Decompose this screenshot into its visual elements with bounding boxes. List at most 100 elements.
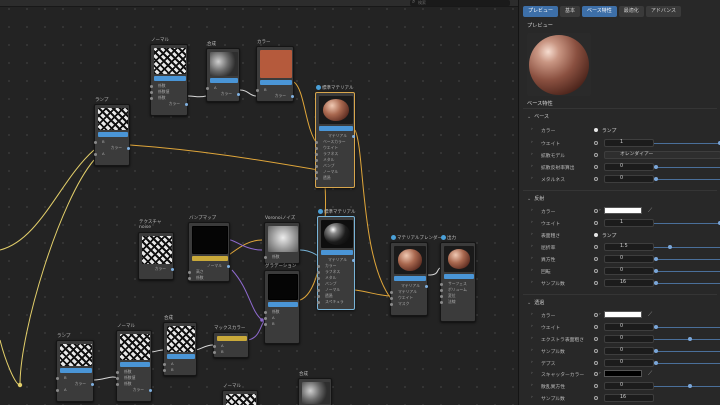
depth-slider[interactable] [654,360,720,365]
weight-slider[interactable] [654,140,720,145]
radio-dot[interactable] [594,165,598,169]
node-output[interactable]: 出力 サーフェス ボリューム 変位 法線 [440,235,476,322]
radio-dot[interactable] [594,269,598,273]
anisotropy-slider[interactable] [654,256,720,261]
radio-dot[interactable] [594,372,598,376]
diffuse-model-dropdown[interactable]: オレンダイアー [604,151,720,159]
node-port[interactable]: 係数 [264,254,296,260]
metalness-field[interactable]: 0 [604,175,654,183]
radio-dot[interactable] [594,177,598,181]
node-port[interactable]: スペキュラ [317,299,351,305]
eyedropper-icon[interactable]: ⟋ [648,311,652,319]
radio-dot[interactable] [594,281,598,285]
node-material-blender[interactable]: マテリアルブレンダー マテリアル マテリアル ウエイト マスク [390,235,442,316]
radio-dot[interactable] [594,233,598,237]
node-port[interactable]: マスク [390,301,424,307]
transmission-color-swatch[interactable] [604,311,642,318]
chevron-right-icon[interactable]: › [531,280,533,285]
eyedropper-icon[interactable]: ⟋ [648,370,652,378]
radio-dot[interactable] [594,209,598,213]
node-material-1[interactable]: 標準マテリアル マテリアル ベースカラー ウエイト ラフネス メタル バンプ ノ… [315,85,355,188]
chevron-right-icon[interactable]: › [531,140,533,145]
radio-dot[interactable] [594,245,598,249]
section-base-header[interactable]: ⌄ ベース [527,113,549,120]
prop-mode[interactable]: ランプ [602,232,616,239]
node-port[interactable]: A [94,151,126,157]
node-ramp-2[interactable]: ランプ B カラー A [56,334,94,402]
transmission-weight-slider[interactable] [654,324,720,329]
ior-slider[interactable] [654,244,720,249]
chevron-right-icon[interactable]: › [531,383,533,388]
node-ramp-1[interactable]: ランプ B カラー A [94,98,130,166]
samples-slider[interactable] [654,280,720,285]
extra-roughness-slider[interactable] [654,336,720,341]
rotation-slider[interactable] [654,268,720,273]
chevron-right-icon[interactable]: › [531,127,533,132]
radio-dot[interactable] [594,141,598,145]
node-map-1[interactable]: 合成 A カラー [206,42,240,102]
reflection-weight-slider[interactable] [654,220,720,225]
rotation-field[interactable]: 0 [604,267,654,275]
node-noise-texture[interactable]: テクスチャ noise カラー [138,220,174,280]
radio-dot[interactable] [594,221,598,225]
chevron-right-icon[interactable]: › [531,152,533,157]
extra-roughness-field[interactable]: 0 [604,335,654,343]
anisotropy-field[interactable]: 0 [604,255,654,263]
transmission-weight-field[interactable]: 0 [604,323,654,331]
eyedropper-icon[interactable]: ⟋ [648,207,652,215]
roughness-field[interactable]: 0 [604,163,654,171]
chevron-right-icon[interactable]: › [531,360,533,365]
node-port[interactable]: A [56,387,90,393]
reflection-weight-field[interactable]: 1 [604,219,654,227]
tab-basic[interactable]: 基本 [560,6,581,17]
radio-dot[interactable] [594,337,598,341]
node-port-out[interactable]: カラー [120,387,152,393]
node-graph-canvas[interactable]: 検索 ランプ [0,0,518,405]
node-port[interactable]: 係数 [188,275,226,281]
chevron-right-icon[interactable]: › [531,336,533,341]
radio-dot[interactable] [594,257,598,261]
chevron-right-icon[interactable]: › [531,256,533,261]
transmission-samples-2-field[interactable]: 16 [604,394,654,402]
radio-dot[interactable] [594,396,598,400]
chevron-right-icon[interactable]: › [531,348,533,353]
radio-dot[interactable] [594,313,598,317]
tab-advanced[interactable]: アドバンス [645,6,681,17]
prop-mode[interactable]: ランプ [602,127,616,134]
node-tile-1[interactable]: ノーマル 係数 係数値 係数 カラー [150,38,188,116]
chevron-right-icon[interactable]: › [531,312,533,317]
chevron-right-icon[interactable]: › [531,395,533,400]
depth-field[interactable]: 0 [604,359,654,367]
node-material-2[interactable]: 標準マテリアル マテリアル カラー ラフネス メタル バンプ ノーマル 透過 ス… [317,209,355,310]
reflection-color-swatch[interactable] [604,207,642,214]
node-port-out[interactable]: カラー [154,101,188,107]
transmission-samples-slider[interactable] [654,348,720,353]
radio-dot[interactable] [594,153,598,157]
node-voronoi[interactable]: Voronoiノイズ 係数 [264,216,300,264]
radio-dot[interactable] [594,325,598,329]
scatter-anisotropy-field[interactable]: 0 [604,382,654,390]
tab-preview[interactable]: プレビュー [523,6,559,17]
tab-base-properties[interactable]: ベース特性 [582,6,617,17]
radio-dot[interactable] [594,349,598,353]
node-map-2[interactable]: 合成 A B [163,316,197,376]
chevron-right-icon[interactable]: › [531,220,533,225]
node-port-out[interactable]: カラー [260,93,294,99]
node-port[interactable]: 法線 [440,299,472,305]
chevron-right-icon[interactable]: › [531,232,533,237]
weight-field[interactable]: 1 [604,139,654,147]
chevron-right-icon[interactable]: › [531,176,533,181]
radio-dot[interactable] [594,384,598,388]
ior-field[interactable]: 1.5 [604,243,654,251]
node-port-out[interactable]: カラー [210,91,240,97]
scatter-color-swatch[interactable] [604,370,642,377]
transmission-samples-field[interactable]: 0 [604,347,654,355]
node-bump-map[interactable]: バンプマップ ノーマル 高さ 係数 [188,216,230,282]
metalness-slider[interactable] [654,176,720,181]
node-gradient[interactable]: グラデーション 係数 A B [264,264,300,344]
chevron-right-icon[interactable]: › [531,208,533,213]
node-port[interactable]: B [163,367,193,373]
samples-field[interactable]: 16 [604,279,654,287]
scatter-anisotropy-slider[interactable] [654,383,720,388]
node-color-rust[interactable]: カラー B カラー [256,40,294,102]
